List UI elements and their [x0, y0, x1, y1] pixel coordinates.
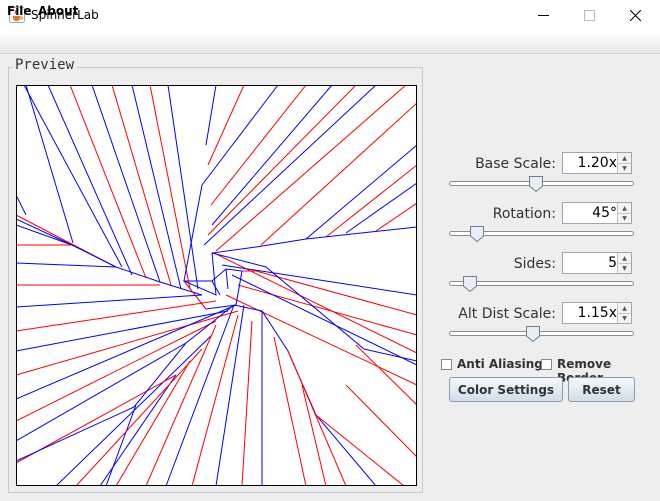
- sides-value[interactable]: 5: [608, 255, 617, 271]
- alt-dist-scale-label: Alt Dist Scale:: [458, 306, 556, 322]
- menu-bar: [0, 31, 660, 54]
- base-scale-spinner[interactable]: 1.20x ▲ ▼: [562, 152, 632, 174]
- rotation-spinner[interactable]: 45° ▲ ▼: [562, 202, 632, 224]
- minimize-button[interactable]: [520, 0, 566, 31]
- maximize-button[interactable]: [566, 0, 612, 31]
- close-icon: [629, 10, 641, 21]
- rotation-value[interactable]: 45°: [592, 205, 617, 221]
- sides-slider-track[interactable]: [449, 281, 634, 286]
- close-button[interactable]: [612, 0, 658, 31]
- alt-dist-scale-spinner[interactable]: 1.15x ▲ ▼: [562, 302, 632, 324]
- anti-aliasing-label[interactable]: Anti Aliasing: [457, 357, 543, 371]
- alt-dist-scale-slider-track[interactable]: [449, 331, 634, 336]
- remove-border-checkbox[interactable]: [541, 359, 552, 370]
- sides-slider-thumb[interactable]: [462, 276, 477, 292]
- minimize-icon: [537, 15, 549, 16]
- reset-button[interactable]: Reset: [568, 377, 635, 402]
- menu-file[interactable]: File: [7, 4, 32, 18]
- spinner-down-icon[interactable]: ▼: [618, 213, 631, 223]
- color-settings-button[interactable]: Color Settings: [449, 377, 563, 402]
- spinner-preview-canvas: [16, 85, 417, 486]
- base-scale-slider-thumb[interactable]: [529, 176, 544, 192]
- menu-about[interactable]: About: [38, 4, 78, 18]
- spinner-down-icon[interactable]: ▼: [618, 163, 631, 173]
- maximize-icon: [583, 10, 595, 21]
- rotation-slider-thumb[interactable]: [469, 226, 484, 242]
- alt-dist-scale-value[interactable]: 1.15x: [578, 305, 617, 321]
- preview-title: Preview: [12, 57, 78, 73]
- sides-label: Sides:: [513, 256, 556, 272]
- spinner-down-icon[interactable]: ▼: [618, 263, 631, 273]
- spinner-down-icon[interactable]: ▼: [618, 313, 631, 323]
- alt-dist-scale-slider-thumb[interactable]: [525, 326, 540, 342]
- base-scale-label: Base Scale:: [475, 156, 556, 172]
- anti-aliasing-checkbox[interactable]: [441, 359, 452, 370]
- base-scale-value[interactable]: 1.20x: [578, 155, 617, 171]
- rotation-label: Rotation:: [492, 206, 556, 222]
- sides-spinner[interactable]: 5 ▲ ▼: [562, 252, 632, 274]
